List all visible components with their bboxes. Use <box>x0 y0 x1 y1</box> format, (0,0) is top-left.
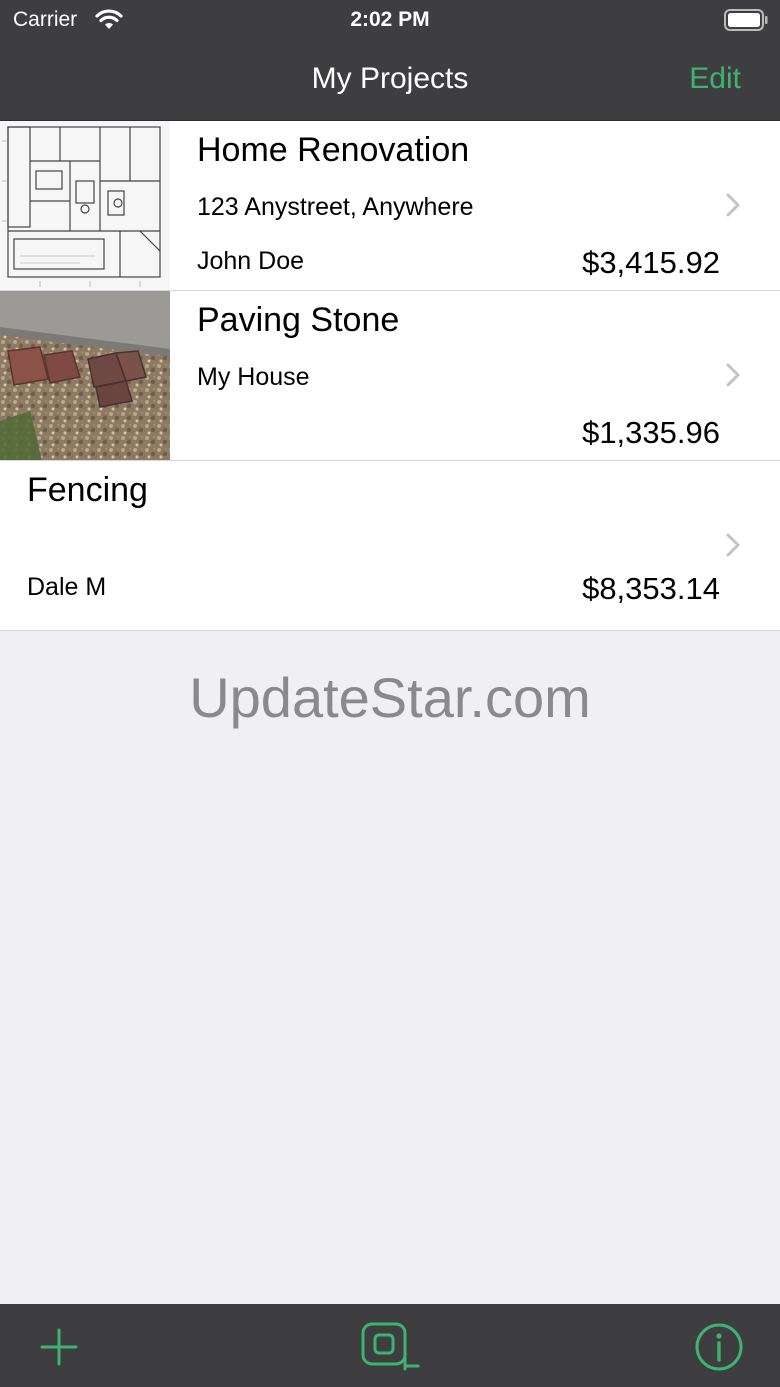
watermark: UpdateStar.com <box>189 666 591 729</box>
project-address: 123 Anystreet, Anywhere <box>197 193 474 221</box>
page-title: My Projects <box>311 62 469 95</box>
project-title: Fencing <box>27 471 148 509</box>
project-total: $1,335.96 <box>582 415 720 450</box>
project-total: $3,415.92 <box>582 245 720 280</box>
add-project-button[interactable] <box>34 1322 84 1372</box>
project-title: Home Renovation <box>197 131 470 169</box>
project-client: John Doe <box>197 247 305 275</box>
chevron-right-icon <box>726 363 740 392</box>
measure-button[interactable] <box>360 1322 420 1372</box>
bottom-toolbar <box>0 1304 780 1387</box>
project-list: Home Renovation 123 Anystreet, Anywhere … <box>0 121 780 631</box>
status-time: 2:02 PM <box>350 8 430 31</box>
floor-plan-thumbnail <box>0 121 170 290</box>
project-row-fencing[interactable]: Fencing Dale M $8,353.14 <box>0 461 780 631</box>
chevron-right-icon <box>726 193 740 222</box>
info-icon <box>694 1323 744 1376</box>
plus-icon <box>34 1328 84 1376</box>
project-address: My House <box>197 363 310 391</box>
info-button[interactable] <box>694 1322 744 1372</box>
status-bar: Carrier 2:02 PM <box>0 0 780 42</box>
project-row-home-renovation[interactable]: Home Renovation 123 Anystreet, Anywhere … <box>0 121 780 291</box>
paving-stone-photo-thumbnail <box>0 291 170 460</box>
chevron-right-icon <box>726 533 740 562</box>
edit-button[interactable]: Edit <box>689 62 741 96</box>
navigation-bar: My Projects Edit <box>0 42 780 121</box>
square-measure-icon <box>360 1322 420 1376</box>
project-client: Dale M <box>27 573 107 601</box>
project-row-paving-stone[interactable]: Paving Stone My House $1,335.96 <box>0 291 780 461</box>
battery-icon <box>724 9 768 36</box>
project-title: Paving Stone <box>197 301 400 339</box>
project-total: $8,353.14 <box>582 571 720 606</box>
